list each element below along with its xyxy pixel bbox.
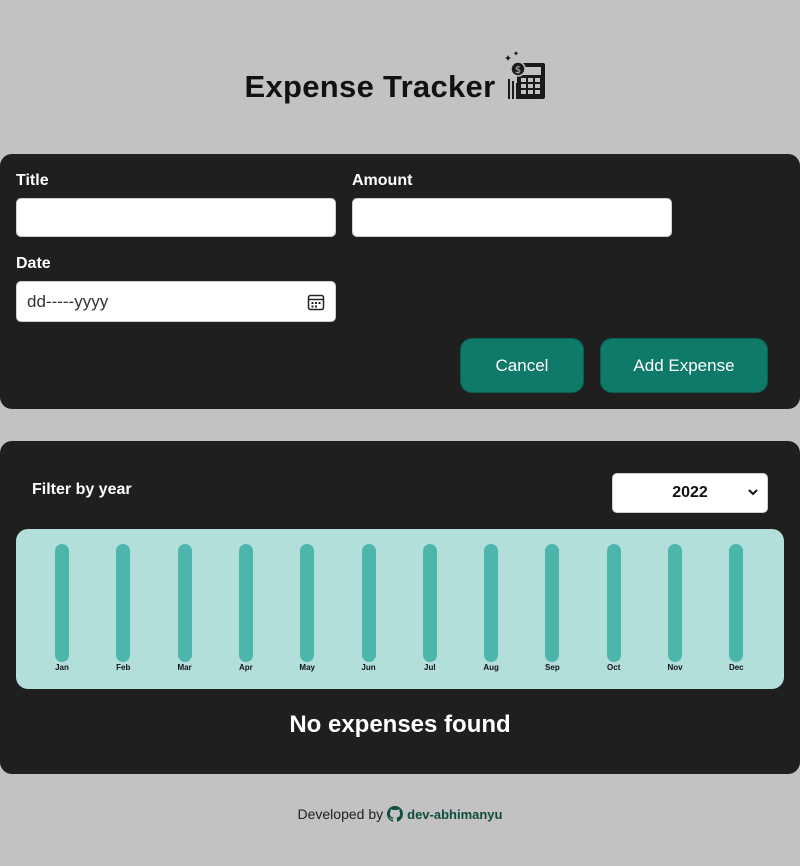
bar-label: Dec: [728, 663, 744, 672]
chart-bar-jun: Jun: [349, 544, 389, 684]
bar-track: [361, 544, 376, 662]
add-expense-button[interactable]: Add Expense: [600, 338, 768, 393]
bar-track: [422, 544, 437, 662]
bar-track: [606, 544, 621, 662]
chart-bar-nov: Nov: [655, 544, 695, 684]
github-icon[interactable]: [387, 806, 404, 822]
title-label: Title: [16, 172, 49, 189]
date-input[interactable]: dd-----yyyy: [16, 281, 336, 322]
year-select-value: 2022: [672, 484, 708, 501]
author-link[interactable]: dev-abhimanyu: [407, 807, 502, 822]
chart-bar-may: May: [287, 544, 327, 684]
chart-bar-jan: Jan: [42, 544, 82, 684]
footer-prefix: Developed by: [297, 806, 384, 822]
chevron-down-icon: [748, 489, 758, 496]
bar-label: Nov: [667, 663, 683, 672]
bar-track: [238, 544, 253, 662]
year-select[interactable]: 2022: [612, 473, 768, 513]
chart-bar-aug: Aug: [471, 544, 511, 684]
bar-label: Oct: [607, 663, 621, 672]
filter-label: Filter by year: [32, 481, 132, 498]
bar-label: Sep: [545, 663, 560, 672]
page-title: Expense Tracker: [244, 69, 496, 104]
bar-label: Mar: [177, 663, 192, 672]
amount-input[interactable]: [352, 198, 672, 237]
chart-bar-feb: Feb: [103, 544, 143, 684]
bar-track: [668, 544, 682, 662]
bar-label: Aug: [483, 663, 499, 672]
date-placeholder: dd-----yyyy: [27, 291, 109, 311]
calculator-money-icon: $: [505, 51, 546, 99]
amount-label: Amount: [352, 172, 413, 189]
bar-track: [484, 544, 499, 662]
bar-track: [116, 544, 131, 662]
expenses-panel: Filter by year 2022 Jan Feb Mar Apr May Jun Ju…: [0, 441, 800, 774]
bar-track: [300, 544, 315, 662]
chart-bar-apr: Apr: [226, 544, 266, 684]
chart-bar-sep: Sep: [532, 544, 572, 684]
bar-label: Jul: [424, 663, 436, 672]
bar-label: May: [299, 663, 315, 672]
bar-label: Apr: [239, 663, 253, 672]
bar-label: Jun: [361, 663, 376, 672]
svg-text:$: $: [515, 65, 521, 76]
bar-track: [55, 544, 69, 662]
bar-track: [729, 544, 744, 662]
footer: Developed by dev-abhimanyu: [0, 806, 800, 822]
chart-bar-oct: Oct: [594, 544, 634, 684]
app-header: Expense Tracker $: [0, 46, 800, 116]
bar-track: [545, 544, 560, 662]
expenses-chart: Jan Feb Mar Apr May Jun Jul Aug Sep Oct Nov Dec: [16, 529, 784, 689]
chart-bar-dec: Dec: [716, 544, 756, 684]
title-input[interactable]: [16, 198, 336, 237]
expense-form: Title Amount Date dd-----yyyy Cancel Add…: [0, 154, 800, 409]
calendar-icon[interactable]: [307, 293, 325, 311]
bar-track: [177, 544, 192, 662]
empty-message: No expenses found: [289, 711, 511, 738]
bar-label: Feb: [116, 663, 131, 672]
date-label: Date: [16, 255, 51, 272]
chart-bar-mar: Mar: [165, 544, 205, 684]
cancel-button[interactable]: Cancel: [460, 338, 584, 393]
bar-label: Jan: [55, 663, 69, 672]
chart-bar-jul: Jul: [410, 544, 450, 684]
